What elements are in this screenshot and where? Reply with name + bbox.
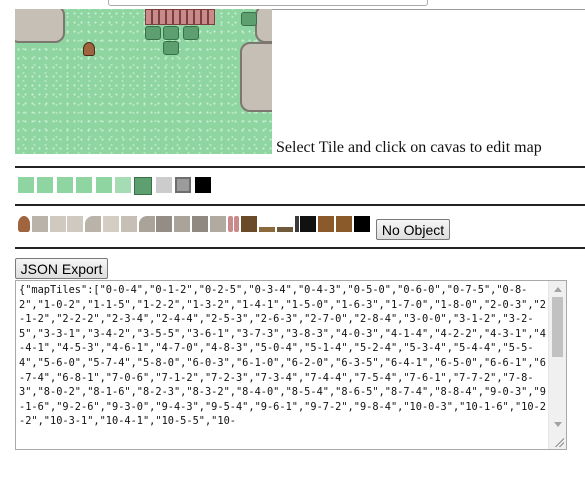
shelf-object-1[interactable]	[318, 216, 335, 232]
rock-tile-object-3[interactable]	[102, 216, 119, 232]
tile-palette	[18, 177, 211, 195]
rock-tile-object-4[interactable]	[120, 216, 137, 232]
bush-1	[145, 26, 161, 40]
sign-object[interactable]	[18, 216, 30, 232]
rock-tile-object-1[interactable]	[49, 216, 66, 232]
rock-object-8[interactable]	[209, 216, 226, 232]
bush-2	[163, 26, 179, 40]
json-output-textarea[interactable]: {"mapTiles":["0-0-4","0-1-2","0-2-5","0-…	[15, 280, 567, 450]
rock-top-right	[255, 9, 272, 43]
scroll-down-arrow-icon[interactable]	[554, 422, 562, 427]
table-object[interactable]	[241, 216, 258, 232]
bush-3	[163, 41, 179, 55]
divider-2	[15, 204, 585, 206]
grass-tile-6[interactable]	[114, 177, 131, 193]
top-scroll-field[interactable]	[108, 0, 428, 6]
rock-corner-object-2[interactable]	[138, 216, 155, 232]
grass-tile-2[interactable]	[37, 177, 54, 193]
rock-edge-object[interactable]	[31, 216, 48, 232]
instruction-caption: Select Tile and click on cavas to edit m…	[276, 139, 542, 156]
rock-corner-object-1[interactable]	[85, 216, 102, 232]
fence-post-object-1[interactable]	[227, 216, 233, 232]
stone-block-tile[interactable]	[175, 177, 192, 193]
bush-5	[241, 12, 257, 26]
black-object[interactable]	[353, 216, 370, 232]
object-palette	[18, 214, 370, 232]
rock-right	[240, 42, 272, 112]
bush-4	[183, 26, 199, 40]
map-canvas[interactable]	[15, 9, 272, 154]
sign-icon	[83, 42, 95, 56]
shelf-object-2[interactable]	[335, 216, 352, 232]
post-object[interactable]	[294, 216, 299, 232]
tv-object[interactable]	[300, 216, 317, 232]
scroll-up-arrow-icon[interactable]	[554, 287, 562, 292]
scroll-thumb[interactable]	[552, 297, 563, 357]
stone-tile[interactable]	[155, 177, 172, 193]
textarea-scrollbar[interactable]	[548, 281, 566, 449]
fence	[145, 9, 215, 25]
ledge-object-1[interactable]	[258, 227, 275, 232]
black-tile[interactable]	[194, 177, 211, 193]
divider-3	[15, 247, 585, 249]
rock-object-5[interactable]	[156, 216, 173, 232]
no-object-button[interactable]: No Object	[376, 219, 450, 240]
rock-object-7[interactable]	[191, 216, 208, 232]
rock-top-left	[15, 9, 65, 43]
json-export-button[interactable]: JSON Export	[15, 258, 108, 279]
divider-1	[15, 166, 585, 168]
json-output-text[interactable]: {"mapTiles":["0-0-4","0-1-2","0-2-5","0-…	[19, 283, 547, 449]
grass-tile-1[interactable]	[18, 177, 34, 193]
rock-tile-object-2[interactable]	[67, 216, 84, 232]
grass-tile-5[interactable]	[95, 177, 112, 193]
bush-tile[interactable]	[134, 177, 153, 195]
grass-tile-3[interactable]	[56, 177, 73, 193]
grass-tile-4[interactable]	[76, 177, 93, 193]
ledge-object-2[interactable]	[276, 227, 293, 232]
rock-object-6[interactable]	[174, 216, 191, 232]
fence-post-object-2[interactable]	[234, 216, 240, 232]
resize-grip-icon[interactable]	[554, 437, 564, 447]
